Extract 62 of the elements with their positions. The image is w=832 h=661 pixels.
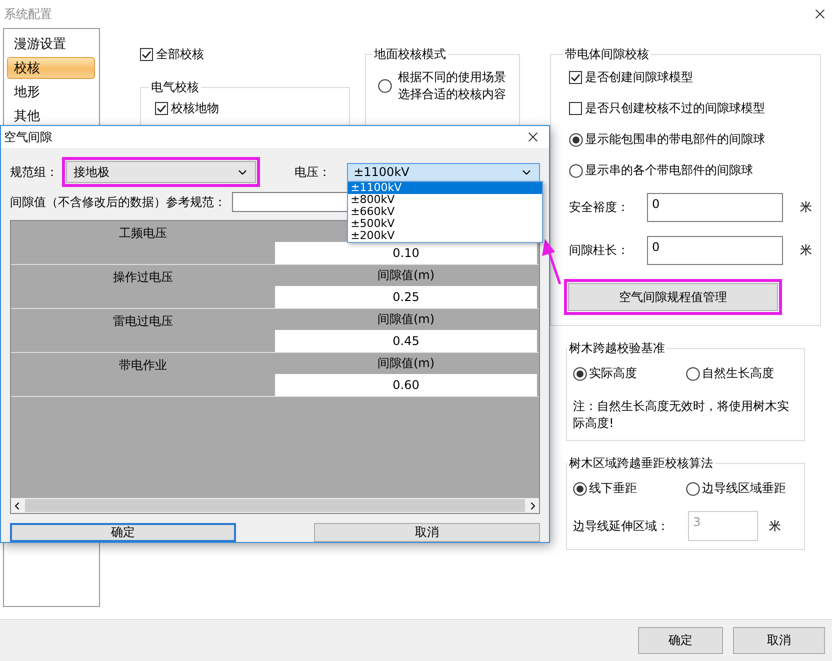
footer-button[interactable]: 确定 [638,627,723,654]
dropdown-option[interactable]: ±1100kV [348,182,542,194]
radio-button[interactable] [569,132,583,146]
note-text: 注：自然生长高度无效时，将使用树木实际高度! [573,398,790,432]
checkbox-label: 全部校核 [156,46,204,63]
sidebar-item[interactable]: 地形 [7,81,95,103]
field-label: 安全裕度： [569,199,630,216]
dropdown-option[interactable]: ±800kV [348,194,542,206]
group-title: 电气校核 [150,79,200,96]
group-title: 地面校核模式 [373,46,447,63]
dropdown-option[interactable]: ±660kV [348,206,542,218]
table-cell: 0.10 [275,242,537,264]
radio-label: 线下垂距 [589,480,637,497]
radio-label: 自然生长高度 [702,365,774,382]
radio-label: 显示能包围串的带电部件的间隙球 [585,131,765,148]
radio-button[interactable] [378,79,392,93]
dialog-button[interactable]: 确定 [10,523,236,542]
checkbox-label: 是否创建间隙球模型 [585,69,693,86]
checkbox-label: 校核地物 [171,100,219,117]
unit-label: 米 [800,242,812,259]
window-title: 系统配置 [4,6,52,22]
radio-button[interactable] [686,366,700,380]
dropdown-option[interactable]: ±200kV [348,230,542,242]
radio-button[interactable] [573,366,587,380]
unit-label: 米 [769,518,781,534]
pointer-arrow [542,239,562,284]
manage-button[interactable]: 空气间隙规程值管理 [568,283,778,311]
sidebar-item[interactable]: 校核 [7,57,95,79]
radio-label: 边导线区域垂距 [702,480,786,497]
field-label: 间隙柱长： [569,242,630,259]
checkbox[interactable] [155,102,168,115]
input-field[interactable]: 0 [647,236,783,265]
unit-label: 米 [800,199,812,216]
group-title: 带电体间隙校核 [564,46,650,63]
checkbox[interactable] [140,48,153,61]
field-label: 规范组： [10,164,59,180]
field-label: 边导线延伸区域： [573,518,670,534]
input-field[interactable]: 0 [647,193,783,222]
checkbox[interactable] [569,71,582,84]
footer-button[interactable]: 取消 [733,627,825,654]
sidebar-item[interactable]: 其他 [7,105,95,127]
group-title: 树木区域跨越垂距校核算法 [568,455,714,472]
checkbox[interactable] [569,102,582,115]
checkbox-label: 是否只创建校核不过的间隙球模型 [585,100,765,117]
table-cell: 0.60 [275,374,537,396]
group-dropdown[interactable]: 接地极 [66,161,256,183]
sidebar-item[interactable]: 漫游设置 [7,33,95,55]
scrollbar[interactable] [11,498,539,513]
radio-button[interactable] [569,164,583,178]
table-cell: 0.25 [275,286,537,308]
dialog-button[interactable]: 取消 [314,523,540,542]
field-label: 间隙值（不含修改后的数据）参考规范： [10,194,227,210]
radio-button[interactable] [686,482,700,496]
field-label: 电压： [294,164,332,180]
group-title: 树木跨越校验基准 [568,340,666,357]
dialog-title: 空气间隙 [4,128,52,146]
radio-label: 显示串的各个带电部件的间隙球 [585,162,753,179]
table-cell: 0.45 [275,330,537,352]
dropdown-option[interactable]: ±500kV [348,218,542,230]
radio-label: 实际高度 [589,365,637,382]
radio-label: 根据不同的使用场景选择合适的校核内容 [398,69,507,103]
radio-button[interactable] [573,482,587,496]
